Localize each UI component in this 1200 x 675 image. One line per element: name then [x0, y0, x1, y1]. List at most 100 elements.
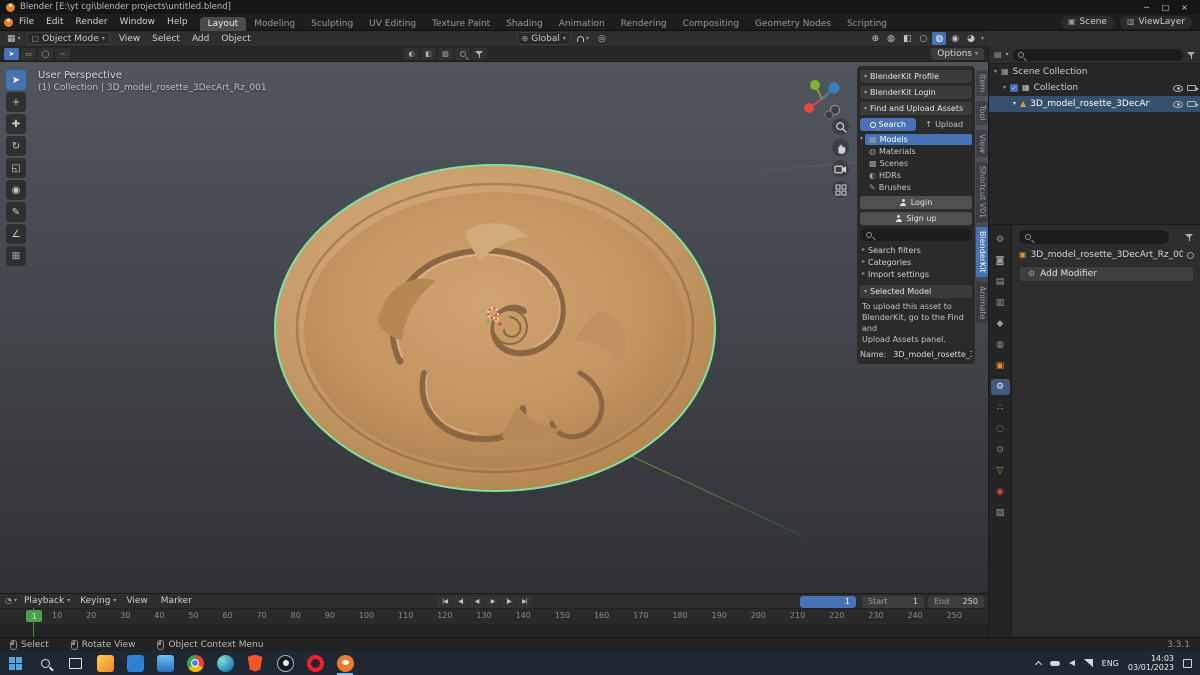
close-button[interactable]: ×	[1175, 3, 1194, 12]
workspace-tab[interactable]: Texture Paint	[424, 17, 498, 31]
workspace-tab[interactable]: Sculpting	[303, 17, 361, 31]
taskbar-app-brave[interactable]	[240, 651, 270, 675]
navigation-gizmo[interactable]	[798, 75, 846, 123]
panel-section-header[interactable]: ▸ Categories	[860, 256, 972, 268]
taskbar-app-store[interactable]	[120, 651, 150, 675]
outliner-editor-icon[interactable]: ▤	[994, 51, 1002, 59]
view-layer-selector[interactable]: ▥ ViewLayer	[1120, 16, 1192, 29]
workspace-tab[interactable]: Scripting	[839, 17, 895, 31]
filter-icon[interactable]	[472, 48, 487, 60]
render-properties-icon[interactable]: ◙	[991, 253, 1010, 269]
selected-model-header[interactable]: ▾ Selected Model	[860, 285, 972, 298]
xray-toggle[interactable]: ◧	[900, 32, 915, 45]
timeline-menu-item[interactable]: View	[121, 596, 155, 606]
prev-keyframe-button[interactable]: ◀|	[453, 596, 468, 608]
find-upload-assets-header[interactable]: ▾ Find and Upload Assets	[860, 102, 972, 115]
zoom-icon[interactable]	[832, 118, 849, 135]
scene-properties-icon[interactable]: ◆	[991, 316, 1010, 332]
wireframe-shading-button[interactable]: ○	[917, 32, 931, 45]
sidebar-tab-shortcut[interactable]: Shortcut V01	[976, 162, 988, 222]
viewport-menu-item[interactable]: Add	[186, 34, 215, 44]
sidebar-tab-view[interactable]: View	[976, 130, 988, 157]
play-button[interactable]: ▶	[485, 596, 500, 608]
annotate-tool[interactable]: ✎	[6, 202, 26, 222]
orthographic-grid-icon[interactable]	[832, 181, 849, 198]
menu-item[interactable]: Render	[70, 17, 114, 27]
taskbar-app-blender[interactable]	[330, 651, 360, 675]
timeline-track[interactable]	[0, 624, 988, 638]
blenderkit-login-header[interactable]: ▾ BlenderKit Login	[860, 86, 972, 99]
timeline-editor-icon[interactable]: ◔	[5, 597, 12, 605]
object-row[interactable]: ▾ ▲ 3D_model_rosette_3DecArt_Rz_00	[989, 96, 1200, 112]
hide-in-viewport-icon[interactable]	[1173, 85, 1183, 92]
outliner-search-input[interactable]	[1013, 49, 1183, 61]
asset-type-scenes[interactable]: ▩ Scenes	[865, 158, 972, 169]
current-frame-field[interactable]: 1	[800, 596, 856, 608]
scale-tool[interactable]: ◱	[6, 158, 26, 178]
panel-section-header[interactable]: ▸ Import settings	[860, 268, 972, 280]
hide-in-viewport-icon[interactable]	[1173, 101, 1183, 108]
taskbar-app-chrome[interactable]	[180, 651, 210, 675]
viewport-3d[interactable]: User Perspective (1) Collection | 3D_mod…	[0, 62, 988, 593]
material-shading-button[interactable]: ◉	[948, 32, 962, 45]
asset-type-dropdown-icon[interactable]: ▾	[860, 136, 863, 193]
workspace-tab[interactable]: Shading	[498, 17, 551, 31]
rotate-tool[interactable]: ↻	[6, 136, 26, 156]
transform-tool[interactable]: ◉	[6, 180, 26, 200]
clock[interactable]: 14:03 03/01/2023	[1128, 654, 1174, 673]
menu-item[interactable]: Help	[161, 17, 194, 27]
collection-row[interactable]: ▾ ✓ ▦ Collection	[989, 80, 1200, 96]
timeline-menu-item[interactable]: Keying ▾	[75, 596, 121, 606]
panel-section-header[interactable]: ▸ Search filters	[860, 244, 972, 256]
pan-hand-icon[interactable]	[832, 139, 849, 156]
workspace-tab[interactable]: Geometry Nodes	[747, 17, 839, 31]
workspace-tab[interactable]: Compositing	[675, 17, 747, 31]
upload-tab[interactable]: ↑ Upload	[917, 118, 973, 131]
asset-name-field[interactable]: 3D_model_rosette_3...	[889, 348, 972, 360]
solid-shading-button[interactable]: ◍	[932, 32, 946, 45]
material-properties-icon[interactable]: ◉	[991, 484, 1010, 500]
search-tab[interactable]: Search	[860, 118, 916, 131]
expand-icon[interactable]: ▾	[1003, 85, 1006, 91]
viewport-menu-item[interactable]: Object	[215, 34, 256, 44]
options-button[interactable]: Options ▾	[931, 48, 984, 60]
expand-icon[interactable]: ▾	[994, 69, 997, 75]
tweak-select-icon[interactable]: ➤	[4, 48, 19, 60]
mode-dropdown[interactable]: ▢ Object Mode ▾	[27, 32, 110, 45]
add-modifier-button[interactable]: ⚙ Add Modifier	[1019, 266, 1194, 282]
scene-collection-row[interactable]: ▾ ▦ Scene Collection	[989, 64, 1200, 80]
output-properties-icon[interactable]: ▤	[991, 274, 1010, 290]
taskbar-app-explorer[interactable]	[150, 651, 180, 675]
measure-tool[interactable]: ∠	[6, 224, 26, 244]
filter-icon[interactable]	[1185, 233, 1194, 242]
frame-start-field[interactable]: Start 1	[862, 596, 924, 608]
select-box-tool[interactable]: ➤	[6, 70, 26, 90]
pin-icon[interactable]	[1187, 252, 1194, 259]
view-layer-properties-icon[interactable]: ▥	[991, 295, 1010, 311]
sidebar-tab-tool[interactable]: Tool	[976, 101, 988, 125]
asset-type-hdrs[interactable]: ◐ HDRs	[865, 170, 972, 181]
play-reverse-button[interactable]: ◀	[469, 596, 484, 608]
sidebar-tab-blenderkit[interactable]: BlenderKit	[976, 227, 988, 277]
gizmo-dropdown[interactable]: ⊕	[869, 32, 883, 45]
next-keyframe-button[interactable]: |▶	[501, 596, 516, 608]
workspace-tab[interactable]: Layout	[200, 17, 247, 31]
disable-in-render-icon[interactable]	[1187, 85, 1196, 91]
asset-type-models[interactable]: ▦ Models	[865, 134, 972, 145]
rendered-shading-button[interactable]: ◕	[964, 32, 978, 45]
rosette-model[interactable]	[270, 161, 720, 495]
signup-button[interactable]: Sign up	[860, 212, 972, 225]
world-properties-icon[interactable]: ◍	[991, 337, 1010, 353]
asset-search-input[interactable]	[860, 228, 972, 241]
cursor-tool[interactable]: +	[6, 92, 26, 112]
menu-item[interactable]: Edit	[40, 17, 69, 27]
taskbar-app-weather[interactable]	[90, 651, 120, 675]
timeline-menu-item[interactable]: Playback ▾	[19, 596, 75, 606]
workspace-tab[interactable]: Animation	[551, 17, 613, 31]
asset-type-materials[interactable]: ◍ Materials	[865, 146, 972, 157]
search-icon[interactable]	[455, 48, 470, 60]
timeline-ruler[interactable]: 1020304050607080901001101201301401501601…	[0, 609, 988, 624]
move-tool[interactable]: ✚	[6, 114, 26, 134]
collection-checkbox[interactable]: ✓	[1010, 84, 1018, 92]
asset-type-brushes[interactable]: ✎ Brushes	[865, 182, 972, 193]
